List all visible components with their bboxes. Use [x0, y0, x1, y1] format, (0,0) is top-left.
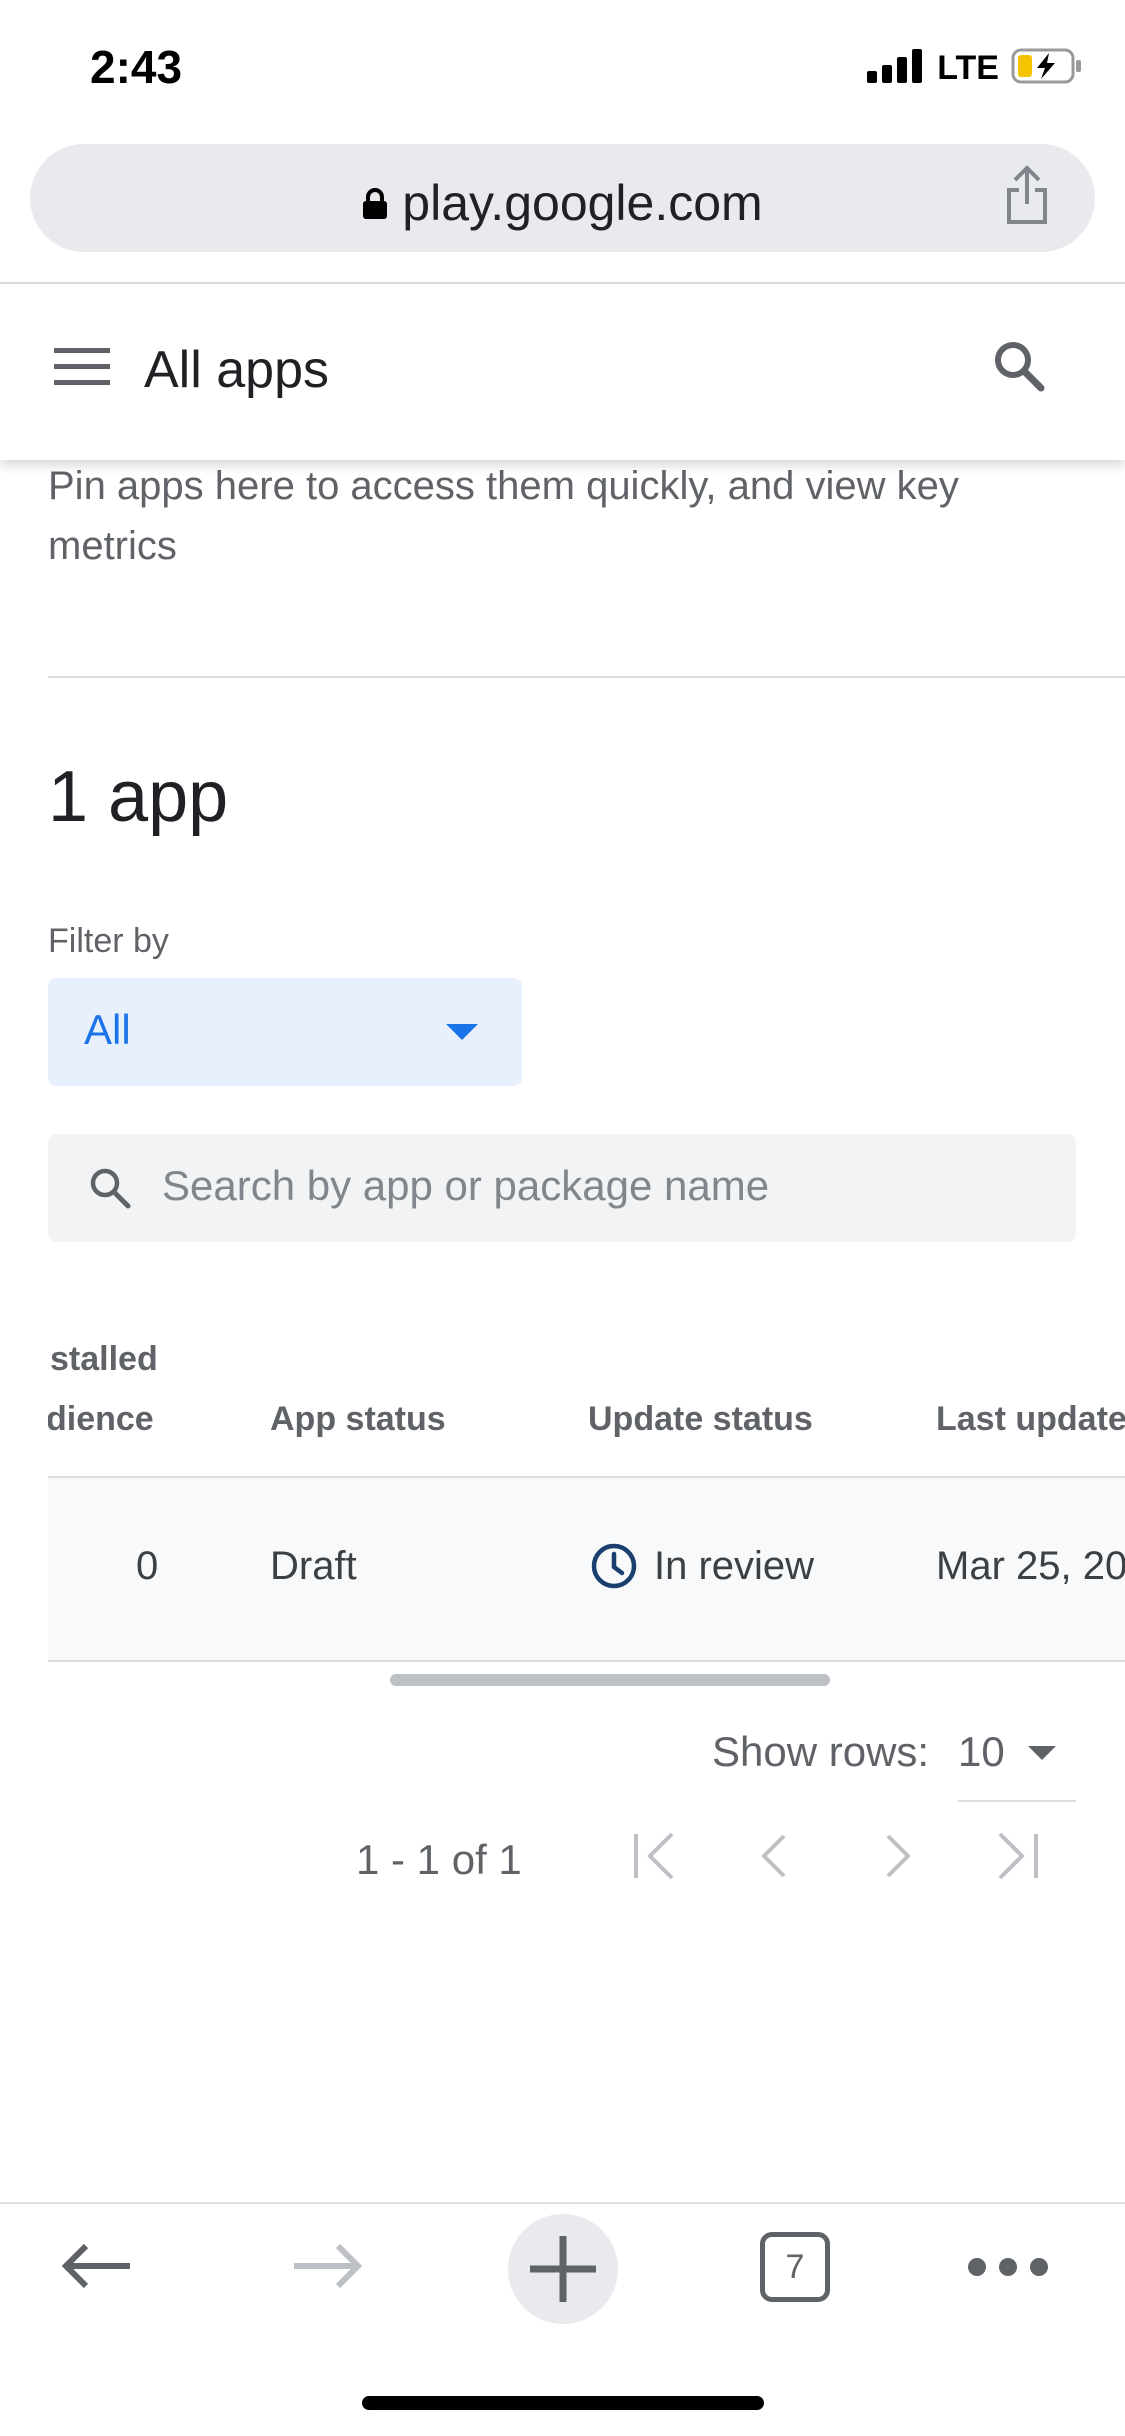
cell-last-update: Mar 25, 2020 — [936, 1544, 1125, 1588]
column-header-line: dience — [48, 1400, 154, 1438]
section-divider — [48, 676, 1125, 678]
first-page-icon[interactable] — [628, 1826, 684, 1891]
lock-icon — [362, 174, 388, 232]
signal-icon — [867, 49, 925, 88]
filter-value: All — [84, 1006, 131, 1053]
caret-down-icon — [1028, 1746, 1056, 1760]
filter-label: Filter by — [48, 922, 169, 960]
rows-per-page-value: 10 — [958, 1728, 1005, 1775]
column-header-last-update[interactable]: Last update — [936, 1400, 1125, 1439]
menu-icon[interactable] — [54, 346, 110, 391]
cell-installed-audience: 0 — [136, 1544, 159, 1588]
plus-icon — [530, 2236, 596, 2302]
clock-icon — [590, 1542, 638, 1595]
column-header-update-status[interactable]: Update status — [588, 1400, 813, 1439]
previous-page-icon[interactable] — [750, 1826, 800, 1891]
page-title: All apps — [144, 341, 329, 399]
status-time: 2:43 — [90, 41, 183, 93]
url-display: play.google.com — [30, 170, 1095, 232]
filter-dropdown[interactable]: All — [48, 978, 522, 1086]
search-placeholder: Search by app or package name — [162, 1162, 770, 1209]
rows-per-page-select[interactable]: 10 — [958, 1716, 1076, 1802]
toolbar-divider — [0, 2202, 1125, 2204]
more-options-icon[interactable] — [966, 2256, 1050, 2283]
next-page-icon[interactable] — [872, 1826, 922, 1891]
share-icon[interactable] — [1003, 164, 1051, 233]
tab-switcher-button[interactable]: 7 — [760, 2232, 830, 2302]
table-bottom-divider — [48, 1660, 1125, 1662]
horizontal-scrollbar[interactable] — [390, 1674, 830, 1686]
home-indicator[interactable] — [362, 2396, 764, 2410]
pagination-range: 1 - 1 of 1 — [356, 1836, 522, 1883]
new-tab-button[interactable] — [508, 2214, 618, 2324]
back-arrow-icon[interactable] — [56, 2236, 136, 2301]
app-count: 1 app — [48, 757, 229, 837]
column-header-installed-audience[interactable]: stalled dience — [48, 1340, 178, 1460]
status-indicators: LTE — [867, 48, 1083, 89]
address-bar[interactable]: play.google.com — [30, 144, 1095, 252]
caret-down-icon — [446, 1024, 478, 1040]
url-text: play.google.com — [402, 174, 763, 231]
pinned-apps-message: Pin apps here to access them quickly, an… — [48, 464, 959, 568]
cell-update-status: In review — [654, 1544, 815, 1588]
cell-app-status: Draft — [270, 1544, 357, 1588]
rows-per-page-label: Show rows: — [712, 1728, 930, 1775]
last-page-icon[interactable] — [990, 1826, 1046, 1891]
battery-icon — [1011, 48, 1083, 89]
forward-arrow-icon[interactable] — [288, 2236, 368, 2301]
search-icon — [88, 1166, 132, 1215]
network-label: LTE — [937, 49, 999, 87]
column-header-app-status[interactable]: App status — [270, 1400, 446, 1439]
app-header: All apps — [0, 284, 1125, 460]
search-icon[interactable] — [991, 338, 1047, 399]
column-header-line: stalled — [50, 1340, 158, 1378]
app-search-input[interactable]: Search by app or package name — [48, 1134, 1076, 1242]
